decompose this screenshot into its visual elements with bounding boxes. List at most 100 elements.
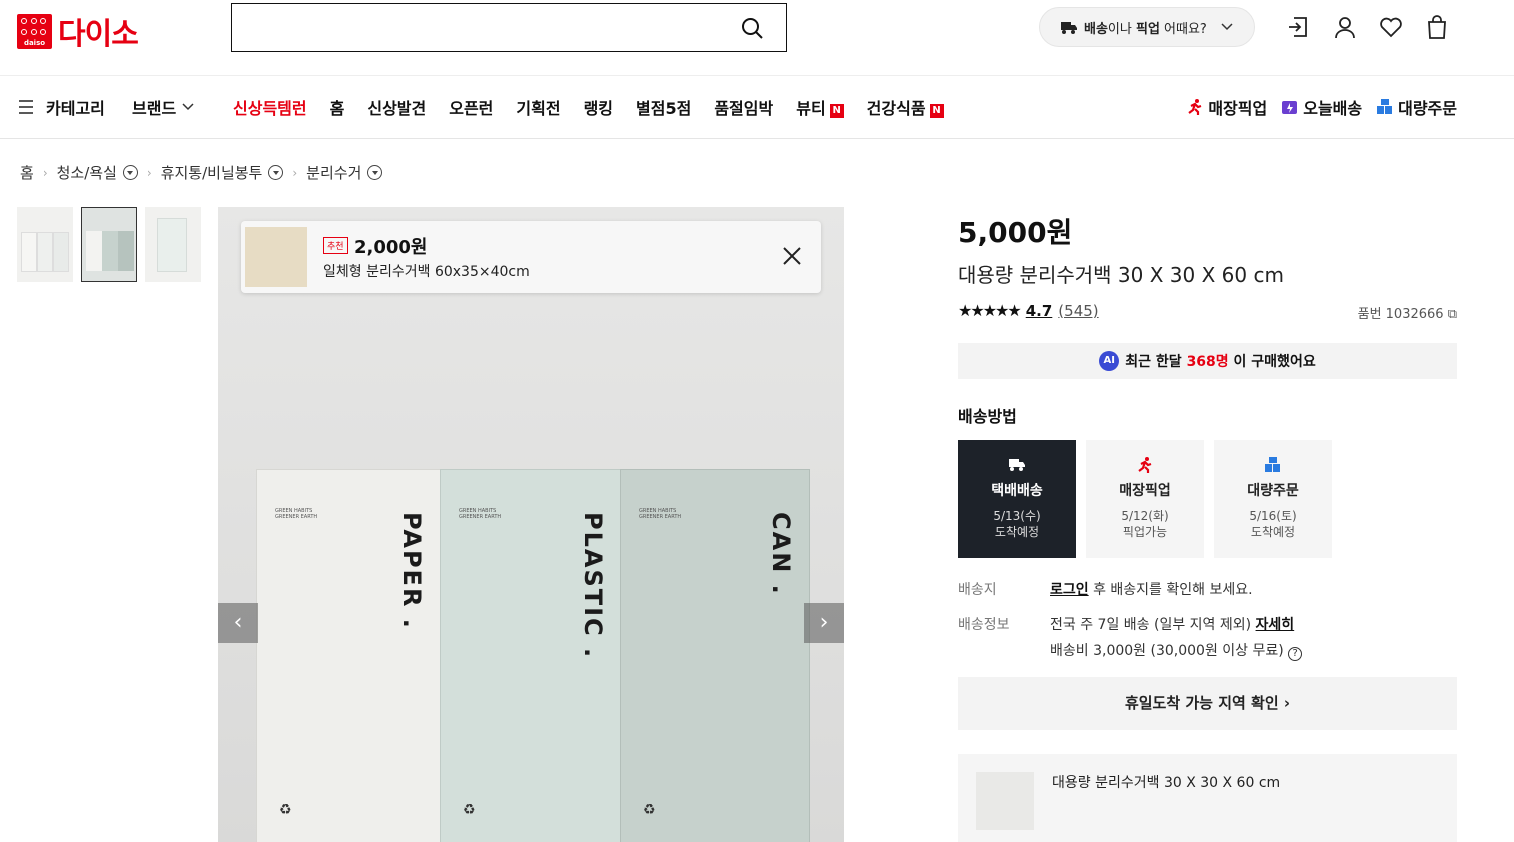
service-today-delivery[interactable]: 오늘배송 xyxy=(1281,95,1362,119)
breadcrumb-item-recycling[interactable]: 분리수거 xyxy=(306,162,383,183)
prev-image-button[interactable]: ‹ xyxy=(218,603,258,643)
dropdown-circle-icon xyxy=(367,165,383,180)
runner-icon xyxy=(1188,99,1202,115)
star-rating-icon: ★★★★★ xyxy=(958,301,1022,320)
bin-paper: GREEN HABITS GREENER EARTH PAPER . ♻ xyxy=(256,469,441,842)
nav-item-open-run[interactable]: 오픈런 xyxy=(449,95,493,119)
search-input[interactable] xyxy=(232,4,712,48)
site-header: daiso 다이소 배송이나 픽업 어때요? xyxy=(0,0,1514,76)
help-icon[interactable]: ? xyxy=(1288,647,1303,661)
shipping-method-title: 배송방법 xyxy=(958,407,1017,426)
user-icon[interactable] xyxy=(1332,14,1358,40)
selected-option-name: 대용량 분리수거백 30 X 30 X 60 cm xyxy=(1052,775,1281,791)
shipping-pickup-selector[interactable]: 배송이나 픽업 어때요? xyxy=(1039,7,1255,47)
login-icon[interactable] xyxy=(1286,14,1312,40)
boxes-icon xyxy=(1377,99,1393,114)
copy-icon: ⧉ xyxy=(1447,307,1457,322)
chevron-right-icon: › xyxy=(292,165,298,180)
header-icons xyxy=(1286,14,1450,40)
recycle-icon: ♻ xyxy=(643,802,656,818)
nav-item-beauty[interactable]: 뷰티 N xyxy=(796,95,844,119)
holiday-delivery-check-button[interactable]: 휴일도착 가능 지역 확인 › xyxy=(958,677,1457,730)
ai-stat-text: 최근 한달 368명 이 구매했어요 xyxy=(1125,354,1316,370)
thumbnail-2-selected[interactable] xyxy=(81,207,137,282)
service-store-pickup[interactable]: 매장픽업 xyxy=(1186,95,1267,119)
selected-option-image xyxy=(976,772,1034,830)
main-nav: 카테고리 브랜드 신상득템런 홈 신상발견 오픈런 기획전 랭킹 별점5점 품절… xyxy=(0,76,1514,139)
bin-label: PLASTIC . xyxy=(579,512,607,660)
nav-item-ranking[interactable]: 랭킹 xyxy=(584,95,613,119)
boxes-icon xyxy=(1265,457,1280,472)
new-badge: N xyxy=(829,104,844,118)
bin-plastic: GREEN HABITS GREENER EARTH PLASTIC . ♻ xyxy=(440,469,622,842)
ai-badge-icon: AI xyxy=(1099,351,1120,371)
logo-text: 다이소 xyxy=(58,17,139,52)
daiso-logo[interactable]: daiso 다이소 xyxy=(17,9,139,53)
bin-can: GREEN HABITS GREENER EARTH CAN . ♻ xyxy=(620,469,810,842)
service-bulk-order[interactable]: 대량주문 xyxy=(1376,95,1457,119)
rating-value: 4.7 xyxy=(1025,301,1053,320)
runner-icon xyxy=(1138,457,1152,473)
search-box xyxy=(231,3,787,52)
recommended-product-card[interactable]: 추천 2,000원 일체형 분리수거백 60x35×40cm xyxy=(241,221,821,293)
chevron-down-icon xyxy=(182,103,194,111)
recommend-badge: 추천 xyxy=(323,237,348,254)
nav-item-five-stars[interactable]: 별점5점 xyxy=(636,95,691,119)
nav-item-new-arrivals[interactable]: 신상발견 xyxy=(367,95,426,119)
lightning-box-icon xyxy=(1282,101,1298,114)
recommended-price: 2,000원 xyxy=(354,237,428,258)
details-link[interactable]: 자세히 xyxy=(1256,617,1295,633)
shipping-options: 택배배송 5/13(수) 도착예정 매장픽업 5/12(화) 픽업가능 대량주문 5… xyxy=(958,440,1332,558)
review-count[interactable]: (545) xyxy=(1058,302,1098,320)
bin-label: CAN . xyxy=(767,512,795,596)
heart-icon[interactable] xyxy=(1378,14,1404,40)
product-rating[interactable]: ★★★★★ 4.7 (545) xyxy=(958,301,1099,320)
truck-icon xyxy=(1009,459,1025,471)
nav-item-promotions[interactable]: 기획전 xyxy=(516,95,560,119)
service-links: 매장픽업 오늘배송 대량주문 xyxy=(1186,95,1457,119)
recycle-icon: ♻ xyxy=(463,802,476,818)
nav-item-home[interactable]: 홈 xyxy=(330,95,345,119)
recommended-product-image xyxy=(245,227,307,287)
shipping-pill-text: 배송이나 픽업 어때요? xyxy=(1084,21,1207,37)
category-menu-button[interactable]: 카테고리 xyxy=(18,95,105,119)
new-badge: N xyxy=(929,104,944,118)
dropdown-circle-icon xyxy=(268,165,284,180)
chevron-down-icon xyxy=(1221,23,1233,31)
thumbnail-3[interactable] xyxy=(145,207,201,282)
ai-purchase-stat: AI 최근 한달 368명 이 구매했어요 xyxy=(958,343,1457,379)
nav-item-almost-sold-out[interactable]: 품절임박 xyxy=(714,95,773,119)
nav-item-health-food[interactable]: 건강식품 N xyxy=(867,95,944,119)
breadcrumb-item-cleaning[interactable]: 청소/욕실 xyxy=(57,162,138,183)
brand-menu-button[interactable]: 브랜드 xyxy=(132,95,194,119)
next-image-button[interactable]: › xyxy=(804,603,844,643)
hamburger-icon xyxy=(19,100,33,114)
breadcrumb-item-trash[interactable]: 휴지통/비닐봉투 xyxy=(161,162,284,183)
thumbnail-1[interactable] xyxy=(17,207,73,282)
search-icon[interactable] xyxy=(740,16,764,40)
breadcrumb-item-home[interactable]: 홈 xyxy=(20,162,34,183)
shipping-option-store-pickup[interactable]: 매장픽업 5/12(화) 픽업가능 xyxy=(1086,440,1204,558)
nav-item-new-deals[interactable]: 신상득템런 xyxy=(233,95,307,119)
shipping-option-bulk-order[interactable]: 대량주문 5/16(토) 도착예정 xyxy=(1214,440,1332,558)
shopping-bag-icon[interactable] xyxy=(1424,14,1450,40)
truck-icon xyxy=(1061,22,1077,34)
bin-label: PAPER . xyxy=(398,512,426,630)
chevron-right-icon: › xyxy=(146,165,152,180)
login-link[interactable]: 로그인 xyxy=(1050,582,1089,598)
brand-label: 브랜드 xyxy=(132,99,177,118)
chevron-right-icon: › xyxy=(1283,694,1291,712)
breadcrumb: 홈 › 청소/욕실 › 휴지통/비닐봉투 › 분리수거 xyxy=(20,162,383,183)
logo-mark-icon: daiso xyxy=(17,13,52,49)
product-price: 5,000원 xyxy=(958,216,1073,249)
selected-option-card: 대용량 분리수거백 30 X 30 X 60 cm xyxy=(958,754,1457,842)
recycle-icon: ♻ xyxy=(279,802,292,818)
image-thumbnails xyxy=(17,207,201,282)
product-title: 대용량 분리수거백 30 X 30 X 60 cm xyxy=(958,263,1284,287)
nav-menu: 신상득템런 홈 신상발견 오픈런 기획전 랭킹 별점5점 품절임박 뷰티 N 건강… xyxy=(233,95,944,119)
close-icon[interactable] xyxy=(781,245,803,267)
recommended-name: 일체형 분리수거백 60x35×40cm xyxy=(323,264,530,280)
product-sku[interactable]: 품번 1032666 ⧉ xyxy=(1358,303,1457,322)
shipping-option-parcel[interactable]: 택배배송 5/13(수) 도착예정 xyxy=(958,440,1076,558)
product-main-image: GREEN HABITS GREENER EARTH PAPER . ♻ GRE… xyxy=(218,207,844,842)
